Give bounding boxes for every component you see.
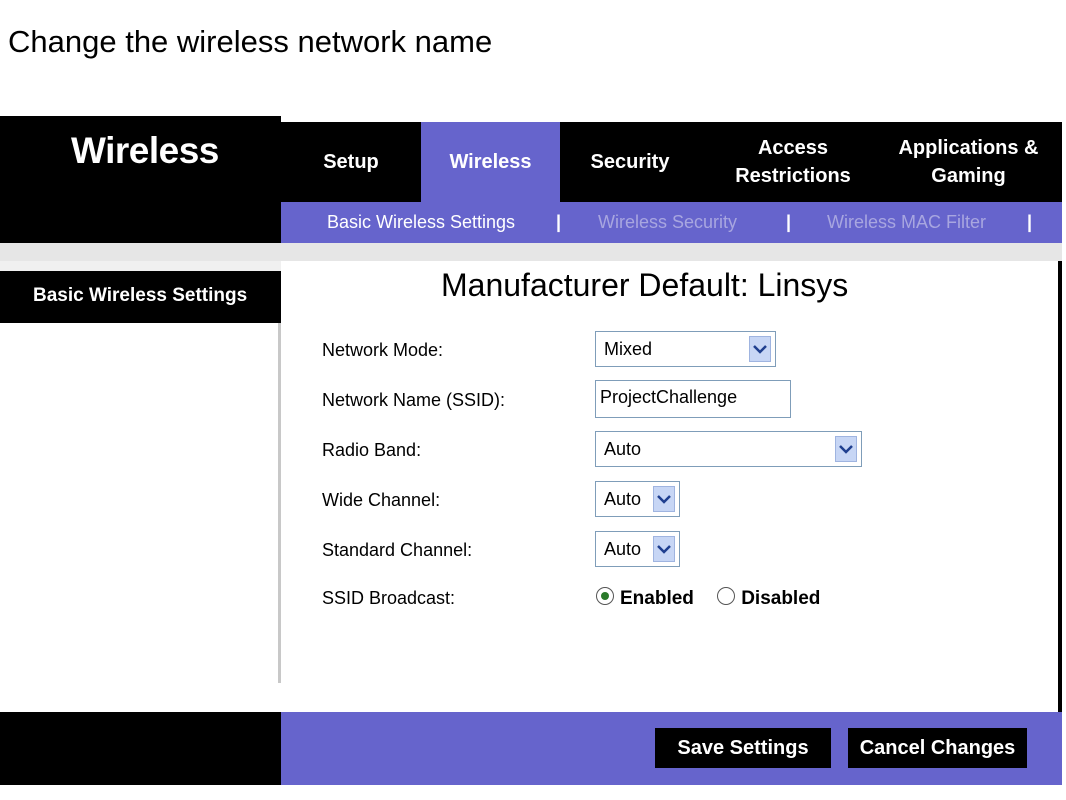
tab-security[interactable]: Security: [560, 122, 700, 202]
disabled-label: Disabled: [741, 588, 821, 609]
tab-applications-gaming[interactable]: Applications & Gaming: [881, 122, 1056, 202]
subnav-separator: |: [786, 212, 792, 232]
chevron-down-icon[interactable]: [835, 436, 857, 462]
subnav-wireless-security[interactable]: Wireless Security: [598, 212, 737, 233]
ssid-label: Network Name (SSID):: [322, 390, 506, 410]
chevron-down-icon[interactable]: [653, 536, 675, 562]
wide-channel-select[interactable]: Auto: [595, 481, 680, 517]
wide-channel-label: Wide Channel:: [322, 490, 441, 510]
content-top-strip: [281, 243, 1062, 261]
side-strip: [0, 243, 281, 261]
save-settings-button[interactable]: Save Settings: [655, 728, 831, 768]
enabled-label: Enabled: [620, 588, 694, 609]
ssid-broadcast-disabled[interactable]: Disabled: [717, 587, 821, 609]
radio-band-value: Auto: [604, 439, 642, 459]
main-tabs: Setup Wireless Security Access Restricti…: [281, 122, 1062, 202]
ssid-broadcast-options: Enabled Disabled: [596, 587, 820, 610]
wide-channel-value: Auto: [604, 489, 642, 509]
tab-wireless[interactable]: Wireless: [421, 122, 560, 202]
radio-checked-icon[interactable]: [596, 587, 614, 605]
ssid-broadcast-enabled[interactable]: Enabled: [596, 587, 694, 609]
radio-unchecked-icon[interactable]: [717, 587, 736, 605]
ssid-broadcast-label: SSID Broadcast:: [322, 588, 456, 608]
subnav-separator: |: [556, 212, 562, 232]
network-mode-select[interactable]: Mixed: [595, 331, 776, 367]
subnav-basic-wireless-settings[interactable]: Basic Wireless Settings: [327, 212, 515, 233]
standard-channel-select[interactable]: Auto: [595, 531, 680, 567]
network-mode-value: Mixed: [604, 339, 653, 359]
side-footer: [0, 712, 281, 785]
action-bar: Save Settings Cancel Changes: [281, 712, 1062, 785]
brand-area: Wireless: [0, 116, 281, 243]
side-section-bar: Basic Wireless Settings: [0, 271, 281, 323]
tab-setup[interactable]: Setup: [281, 122, 421, 202]
cancel-changes-button[interactable]: Cancel Changes: [848, 728, 1027, 768]
router-admin-panel: Wireless Setup Wireless Security Access …: [0, 116, 1066, 785]
standard-channel-label: Standard Channel:: [322, 540, 473, 560]
radio-band-label: Radio Band:: [322, 440, 422, 460]
side-section-label: Basic Wireless Settings: [33, 285, 248, 306]
sub-navigation: Basic Wireless Settings | Wireless Secur…: [281, 202, 1062, 243]
subnav-wireless-mac-filter[interactable]: Wireless MAC Filter: [827, 212, 986, 233]
standard-channel-value: Auto: [604, 539, 642, 559]
slide-title: Change the wireless network name: [8, 24, 493, 59]
section-brand: Wireless: [71, 130, 219, 171]
side-gray: [0, 261, 281, 271]
network-mode-label: Network Mode:: [322, 340, 444, 360]
settings-content: Manufacturer Default: Linsys Network Mod…: [281, 261, 1062, 712]
tab-access-restrictions[interactable]: Access Restrictions: [713, 122, 873, 202]
chevron-down-icon[interactable]: [749, 336, 771, 362]
ssid-input[interactable]: ProjectChallenge: [595, 380, 791, 418]
side-panel: [0, 323, 281, 683]
subnav-separator: |: [1027, 212, 1033, 232]
default-ssid-notice: Manufacturer Default: Linsys: [441, 267, 849, 303]
radio-band-select[interactable]: Auto: [595, 431, 862, 467]
chevron-down-icon[interactable]: [653, 486, 675, 512]
